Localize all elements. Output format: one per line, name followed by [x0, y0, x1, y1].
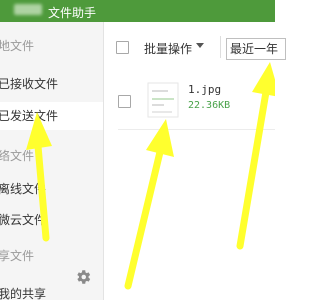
- file-size: 22.36KB: [188, 100, 231, 111]
- sidebar-item-weiyun[interactable]: 微云文件: [0, 206, 101, 234]
- title-bar: 文件助手: [0, 0, 275, 22]
- blurred-logo: [14, 4, 42, 15]
- file-row-checkbox[interactable]: [118, 95, 131, 108]
- file-row[interactable]: 1.jpg 22.36KB: [118, 77, 275, 130]
- chevron-down-icon: [196, 43, 204, 48]
- sidebar-item-offline[interactable]: 离线文件: [0, 175, 101, 203]
- toolbar-divider: [220, 36, 221, 58]
- date-range-select[interactable]: 最近一年: [226, 38, 286, 60]
- sidebar-header-shared-files: 享文件: [0, 249, 35, 263]
- sidebar-header-local-files: 地文件: [0, 39, 35, 53]
- window-title: 文件助手: [48, 6, 97, 20]
- image-file-icon: [147, 82, 179, 118]
- sidebar-item-sent-label: 已发送文件: [0, 109, 59, 123]
- sidebar: 地文件 已接收文件 已发送文件 络文件 离线文件 微云文件 享文件 我的共享: [0, 22, 104, 301]
- select-all-checkbox[interactable]: [116, 41, 129, 54]
- main-panel: 批量操作 最近一年 1.jpg 22.36KB: [104, 22, 286, 300]
- sidebar-item-sent[interactable]: 已发送文件: [0, 102, 103, 130]
- gear-icon[interactable]: [74, 268, 92, 286]
- sidebar-item-received[interactable]: 已接收文件: [0, 70, 101, 98]
- batch-operation-button[interactable]: 批量操作: [144, 40, 192, 57]
- sidebar-header-network-files: 络文件: [0, 149, 35, 163]
- file-name[interactable]: 1.jpg: [188, 83, 221, 96]
